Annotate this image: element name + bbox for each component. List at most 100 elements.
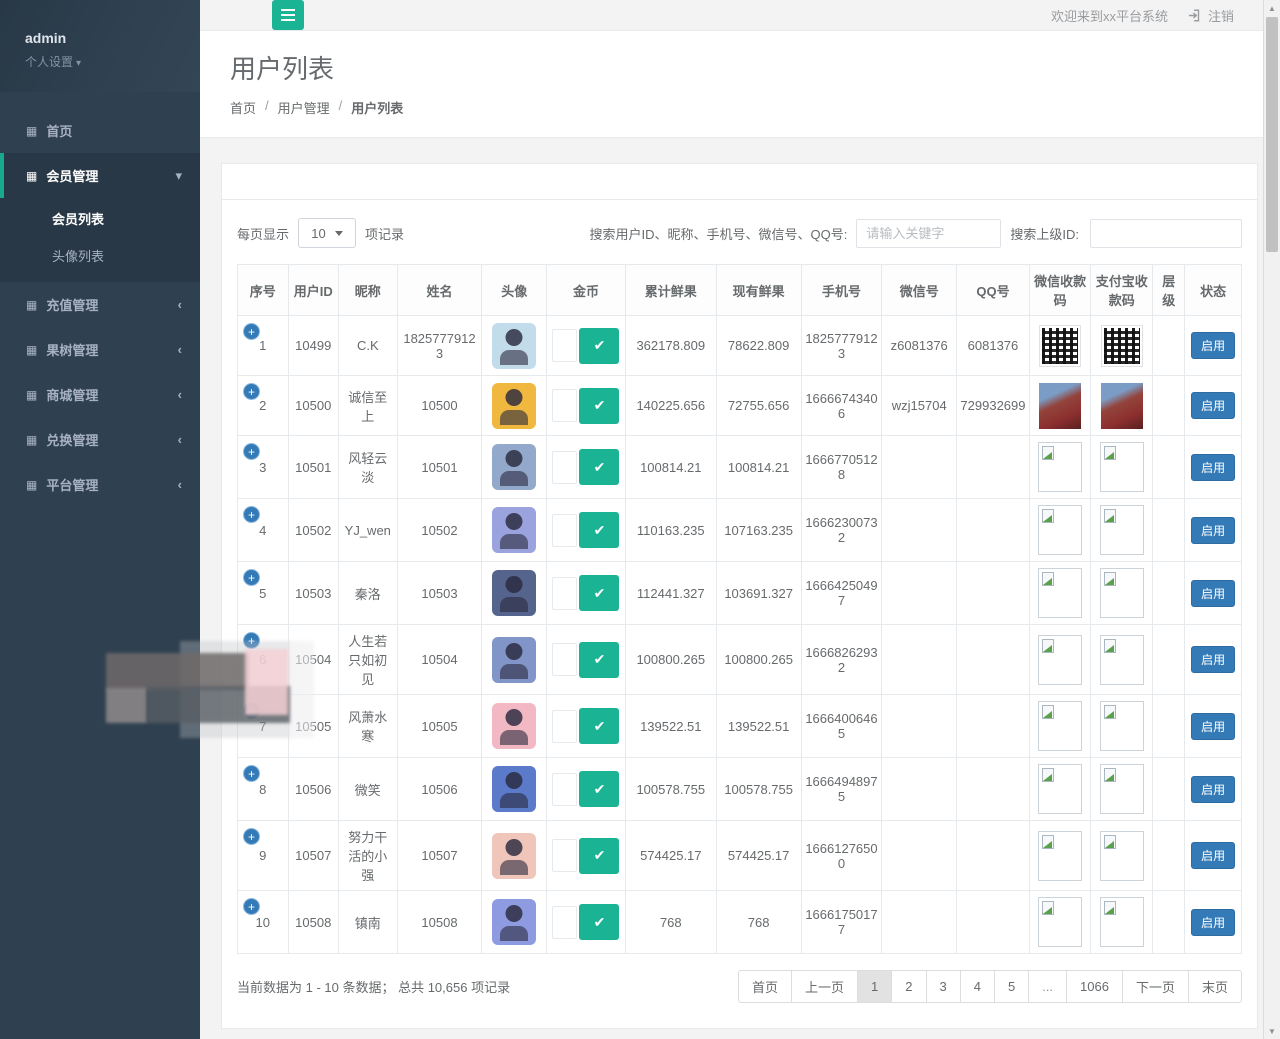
alipay-qr-image — [1100, 442, 1144, 492]
phone-cell: 16661276500 — [801, 821, 882, 891]
gold-confirm-button[interactable] — [579, 512, 619, 548]
total-fruit-cell: 574425.17 — [625, 821, 716, 891]
alipay-qr-cell — [1091, 499, 1153, 562]
gold-input[interactable] — [552, 839, 577, 872]
current-fruit-cell: 107163.235 — [716, 499, 801, 562]
alipay-qr-cell — [1091, 376, 1153, 436]
sidebar-item-label: 首页 — [46, 121, 182, 140]
status-enable-button[interactable]: 启用 — [1191, 776, 1235, 803]
alipay-qr-cell — [1091, 695, 1153, 758]
parent-id-input[interactable] — [1090, 219, 1242, 248]
expand-row-button[interactable] — [243, 569, 260, 586]
per-page-select[interactable]: 10 — [298, 218, 356, 248]
wechat-qr-cell — [1029, 695, 1091, 758]
status-enable-button[interactable]: 启用 — [1191, 332, 1235, 359]
sidebar-item-4[interactable]: ▦商城管理‹ — [0, 372, 200, 417]
sidebar-item-2[interactable]: ▦充值管理‹ — [0, 282, 200, 327]
logout-button[interactable]: 注销 — [1188, 6, 1234, 25]
scrollbar-thumb[interactable] — [1266, 17, 1278, 252]
sidebar-item-5[interactable]: ▦兑换管理‹ — [0, 417, 200, 462]
status-enable-button[interactable]: 启用 — [1191, 580, 1235, 607]
gold-confirm-button[interactable] — [579, 575, 619, 611]
status-enable-button[interactable]: 启用 — [1191, 713, 1235, 740]
column-header: 微信号 — [882, 265, 957, 316]
page-button[interactable]: 首页 — [738, 970, 792, 1003]
gold-confirm-button[interactable] — [579, 904, 619, 940]
gold-input[interactable] — [552, 577, 577, 610]
expand-row-button[interactable] — [243, 828, 260, 845]
alipay-qr-image — [1100, 764, 1144, 814]
status-cell: 启用 — [1185, 695, 1242, 758]
qq-cell — [957, 499, 1030, 562]
gold-input[interactable] — [552, 514, 577, 547]
gold-confirm-button[interactable] — [579, 328, 619, 364]
page-button[interactable]: 末页 — [1188, 970, 1242, 1003]
breadcrumb-user-mgmt[interactable]: 用户管理 — [278, 98, 330, 117]
expand-row-button[interactable] — [243, 765, 260, 782]
expand-row-button[interactable] — [243, 506, 260, 523]
page-button[interactable]: 1 — [857, 970, 892, 1003]
sidebar-subitem[interactable]: 会员列表 — [0, 200, 200, 237]
gold-input[interactable] — [552, 773, 577, 806]
page-button[interactable]: 5 — [994, 970, 1029, 1003]
gold-confirm-button[interactable] — [579, 388, 619, 424]
wechat-cell: z6081376 — [882, 316, 957, 376]
current-fruit-cell: 139522.51 — [716, 695, 801, 758]
phone-cell: 16666743406 — [801, 376, 882, 436]
gold-input[interactable] — [552, 710, 577, 743]
gold-input[interactable] — [552, 643, 577, 676]
check-icon — [594, 781, 606, 798]
gold-confirm-button[interactable] — [579, 642, 619, 678]
menu-toggle-button[interactable] — [272, 0, 304, 30]
gold-input[interactable] — [552, 451, 577, 484]
nickname-cell: C.K — [339, 316, 398, 376]
keyword-search-input[interactable] — [856, 219, 1001, 248]
gold-confirm-button[interactable] — [579, 449, 619, 485]
expand-row-button[interactable] — [243, 323, 260, 340]
gold-confirm-button[interactable] — [579, 708, 619, 744]
status-enable-button[interactable]: 启用 — [1191, 646, 1235, 673]
column-header: 现有鲜果 — [716, 265, 801, 316]
panel-header — [222, 164, 1257, 200]
gold-input[interactable] — [552, 906, 577, 939]
name-cell: 10506 — [397, 758, 482, 821]
scroll-up-arrow-icon[interactable]: ▲ — [1264, 0, 1280, 16]
sidebar-item-1[interactable]: ▦会员管理▾ — [0, 153, 200, 198]
gold-confirm-button[interactable] — [579, 771, 619, 807]
wechat-qr-image — [1039, 383, 1081, 429]
page-button[interactable]: 4 — [960, 970, 995, 1003]
page-button[interactable]: 3 — [926, 970, 961, 1003]
page-button[interactable]: 下一页 — [1122, 970, 1189, 1003]
page-button[interactable]: 1066 — [1066, 970, 1123, 1003]
sidebar-item-6[interactable]: ▦平台管理‹ — [0, 462, 200, 507]
expand-row-button[interactable] — [243, 443, 260, 460]
breadcrumb: 首页 / 用户管理 / 用户列表 — [230, 98, 1260, 117]
status-enable-button[interactable]: 启用 — [1191, 909, 1235, 936]
level-cell — [1153, 436, 1185, 499]
sidebar-subitem[interactable]: 头像列表 — [0, 237, 200, 274]
broken-image-icon — [1104, 901, 1116, 915]
page-button[interactable]: 上一页 — [791, 970, 858, 1003]
qq-cell — [957, 562, 1030, 625]
scroll-down-arrow-icon[interactable]: ▼ — [1264, 1023, 1280, 1039]
status-enable-button[interactable]: 启用 — [1191, 392, 1235, 419]
gold-input[interactable] — [552, 389, 577, 422]
gold-confirm-button[interactable] — [579, 838, 619, 874]
page-button[interactable]: 2 — [891, 970, 926, 1003]
sidebar-item-3[interactable]: ▦果树管理‹ — [0, 327, 200, 372]
column-header: 头像 — [482, 265, 547, 316]
sidebar-item-0[interactable]: ▦首页 — [0, 108, 200, 153]
status-enable-button[interactable]: 启用 — [1191, 454, 1235, 481]
welcome-text: 欢迎来到xx平台系统 — [1051, 6, 1168, 25]
status-enable-button[interactable]: 启用 — [1191, 842, 1235, 869]
check-icon — [594, 337, 606, 354]
expand-row-button[interactable] — [243, 898, 260, 915]
vertical-scrollbar[interactable]: ▲ ▼ — [1263, 0, 1280, 1039]
expand-row-button[interactable] — [243, 383, 260, 400]
gold-input[interactable] — [552, 329, 577, 362]
table-row: 7 10505 风萧水寒 10505 139522.51 139522.51 1… — [238, 695, 1242, 758]
status-enable-button[interactable]: 启用 — [1191, 517, 1235, 544]
breadcrumb-home[interactable]: 首页 — [230, 98, 256, 117]
wechat-cell — [882, 821, 957, 891]
personal-settings-menu[interactable]: 个人设置▾ — [25, 53, 175, 70]
